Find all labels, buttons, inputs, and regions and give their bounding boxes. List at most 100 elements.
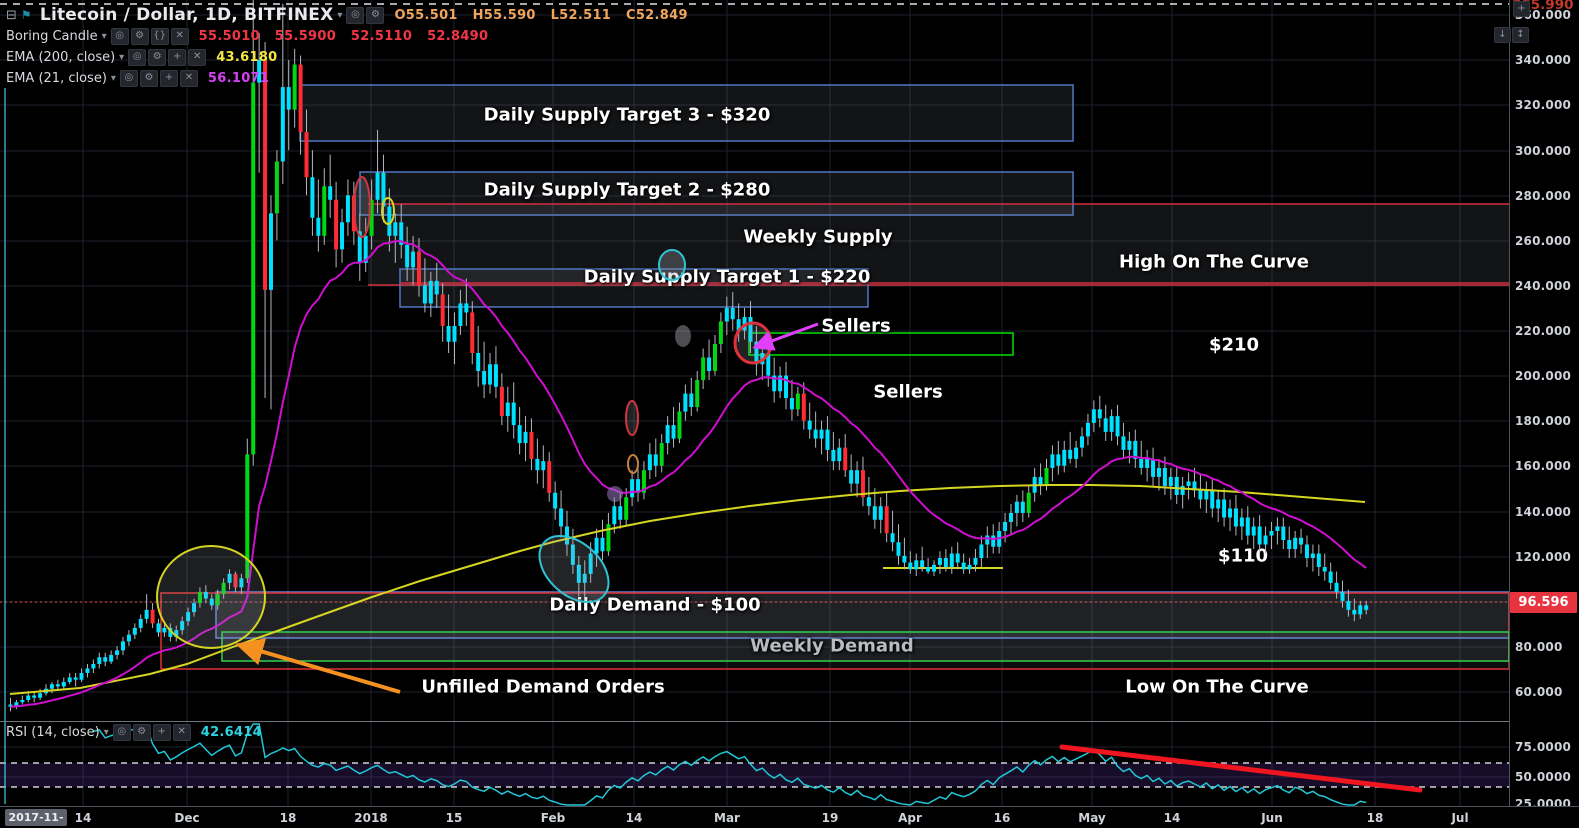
flag-icon[interactable]: ⚑ [21,8,34,22]
chevron-down-icon[interactable]: ▾ [119,52,124,63]
candle-body [428,280,433,304]
candle-body [1127,440,1132,450]
visibility-icon[interactable]: ◎ [346,6,365,24]
candle-body [162,627,167,633]
candle-body [138,618,143,628]
rsi-value: 42.6414 [200,725,263,740]
time-tick-label: Jun [1261,811,1283,825]
chevron-down-icon[interactable]: ▾ [102,31,107,42]
rsi-trendline[interactable] [1059,744,1423,793]
candle-body [1056,454,1061,466]
candle-body [1186,481,1191,486]
candle-body [470,312,475,353]
candle-body [1074,447,1079,459]
feb-purple-ellipse[interactable] [607,486,623,502]
value: 55.5900 [274,28,337,44]
settings-icon[interactable]: ⚙ [132,724,151,741]
candle-body [789,398,794,410]
candle-body [375,172,380,200]
symbol-title[interactable]: Litecoin / Dollar, 1D, BITFINEX [40,5,334,25]
visibility-icon[interactable]: ◎ [112,724,131,741]
candle-body [316,217,321,236]
unfilled-demand-arrow[interactable] [235,638,401,694]
time-tick-label: May [1078,811,1106,825]
price-tick-label: 140.000 [1515,505,1572,519]
visibility-icon[interactable]: ◎ [110,27,129,45]
price-axis[interactable]: 360.000 340.000 320.000 300.000 280.000 260.0… [1509,0,1579,811]
chevron-down-icon[interactable]: ▾ [111,73,116,84]
candle-body [1364,605,1369,610]
candle-body [38,693,43,698]
candle-body [1109,416,1114,432]
settings-icon[interactable]: ⚙ [130,27,149,45]
candle-body [411,251,416,268]
add-icon[interactable]: + [168,48,187,66]
add-alert-icon[interactable]: + [1513,1,1530,17]
time-tick-label: 18 [279,811,297,825]
price-tick-label: 120.000 [1515,550,1572,564]
candle-body [49,684,54,689]
source-code-icon[interactable]: {} [150,27,169,45]
candle-body [334,199,339,250]
symbol-row: ⊟ ⚑ Litecoin / Dollar, 1D, BITFINEX ▾ ◎ … [6,5,698,25]
candle-body [20,700,25,703]
candle-body [150,609,155,624]
december-base-ellipse[interactable] [156,545,266,649]
candle-body [724,307,729,322]
candle-body [268,213,273,290]
candle-body [795,393,800,410]
candle-body [819,429,824,439]
settings-icon[interactable]: ⚙ [139,69,158,87]
chart-canvas[interactable] [0,0,1579,828]
scale-auto-icon[interactable]: ↕ [1512,27,1529,43]
visibility-icon[interactable]: ◎ [128,48,147,66]
scale-down-icon[interactable]: ↓ [1494,27,1511,43]
candle-body [683,393,688,412]
chevron-down-icon[interactable]: ▾ [104,727,109,738]
settings-icon[interactable]: ⚙ [366,6,385,24]
indicator-title: EMA (200, close) [6,49,116,65]
candle-body [464,303,469,313]
remove-icon[interactable]: ✕ [172,724,191,741]
feb-orange-ellipse[interactable] [627,454,639,474]
feb-rebound-red-ellipse[interactable] [625,400,639,436]
candle-body [61,681,66,687]
add-icon[interactable]: + [152,724,171,741]
candle-body [1198,490,1203,500]
candle-body [251,82,256,455]
candle-body [1352,609,1357,615]
candle-body [1269,531,1274,536]
candle-body [476,352,481,372]
remove-icon[interactable]: ✕ [179,69,198,87]
candle-body [914,560,919,570]
pane-separator[interactable] [0,721,1579,722]
candle-body [328,186,333,200]
candle-body [274,161,279,214]
candle-body [831,449,836,462]
candle-body [1097,409,1102,419]
candle-body [1145,458,1150,468]
february-top-circle[interactable] [658,249,686,281]
settings-icon[interactable]: ⚙ [148,48,167,66]
candle-body [1245,517,1250,536]
add-icon[interactable]: + [159,69,178,87]
candle-body [340,222,345,250]
candle-body [304,132,309,178]
remove-icon[interactable]: ✕ [188,48,207,66]
candle-body [511,402,516,426]
rsi-line[interactable] [93,723,1367,806]
candle-body [1091,409,1096,423]
chevron-down-icon[interactable]: ▾ [337,10,342,21]
candle-body [707,357,712,372]
remove-icon[interactable]: ✕ [170,27,189,45]
candle-body [1003,521,1008,532]
candle-body [612,506,617,525]
gray-ellipse[interactable] [675,325,691,347]
candle-body [1293,537,1298,550]
visibility-icon[interactable]: ◎ [119,69,138,87]
candle-body [1322,567,1327,572]
indicator-row-rsi: RSI (14, close) ▾ ◎ ⚙ + ✕ 42.6414 [6,724,262,741]
menu-icon[interactable]: ⊟ [6,8,17,23]
january-supply-ellipse[interactable] [353,176,371,238]
time-axis[interactable]: 2017-11-01 14 Dec 18 2018 15 Feb 14 Mar 19 Apr 16 M… [0,806,1579,828]
